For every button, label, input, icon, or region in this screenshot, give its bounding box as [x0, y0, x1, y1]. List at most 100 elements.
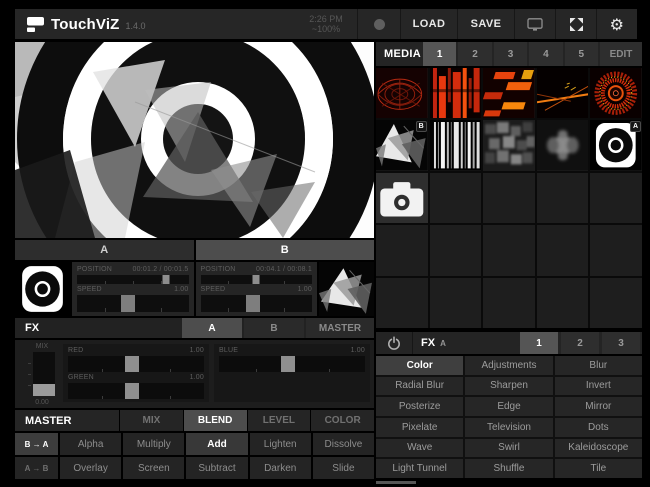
- tab-deck-a[interactable]: A: [15, 240, 194, 260]
- media-slot-empty[interactable]: [483, 173, 535, 223]
- effect-button-swirl[interactable]: Swirl: [465, 439, 552, 458]
- fx-panel-tab-2[interactable]: 2: [561, 332, 599, 354]
- media-tab-3[interactable]: 3: [494, 42, 527, 66]
- media-slot-empty[interactable]: [590, 225, 642, 275]
- fx-tab-master[interactable]: MASTER: [306, 318, 374, 338]
- routing-b-to-a[interactable]: B → A: [15, 433, 58, 455]
- blend-mode-overlay[interactable]: Overlay: [60, 457, 121, 479]
- green-handle[interactable]: [125, 383, 139, 399]
- effect-button-invert[interactable]: Invert: [555, 377, 642, 396]
- blend-mode-multiply[interactable]: Multiply: [123, 433, 184, 455]
- media-thumb-orange-diagonal-glitch[interactable]: [483, 68, 535, 118]
- effect-button-shuffle[interactable]: Shuffle: [465, 459, 552, 478]
- fx-power-button[interactable]: [376, 332, 413, 354]
- media-slot-empty[interactable]: [537, 278, 589, 328]
- mix-handle[interactable]: [33, 384, 55, 396]
- blend-mode-screen[interactable]: Screen: [123, 457, 184, 479]
- media-thumb-red-radial-burst[interactable]: [590, 68, 642, 118]
- blend-mode-slide[interactable]: Slide: [313, 457, 374, 479]
- media-slot-empty[interactable]: [590, 278, 642, 328]
- effect-button-adjustments[interactable]: Adjustments: [465, 356, 552, 375]
- media-slot-empty[interactable]: [376, 278, 428, 328]
- deck-b-position-slider[interactable]: [201, 275, 313, 284]
- output-preview[interactable]: [15, 42, 374, 238]
- red-handle[interactable]: [125, 356, 139, 372]
- speed-handle[interactable]: [121, 295, 135, 312]
- effect-button-sharpen[interactable]: Sharpen: [465, 377, 552, 396]
- media-slot-empty[interactable]: [537, 225, 589, 275]
- deck-b-thumbnail[interactable]: [319, 262, 374, 316]
- deck-a-position-slider[interactable]: [77, 275, 189, 284]
- blend-mode-dissolve[interactable]: Dissolve: [313, 433, 374, 455]
- media-tab-2[interactable]: 2: [458, 42, 491, 66]
- red-slider[interactable]: [68, 356, 204, 372]
- blue-slider[interactable]: [219, 356, 365, 372]
- media-thumb-gray-triangles[interactable]: B: [376, 120, 428, 170]
- effect-button-television[interactable]: Television: [465, 418, 552, 437]
- effect-button-posterize[interactable]: Posterize: [376, 397, 463, 416]
- green-slider[interactable]: [68, 383, 204, 399]
- media-thumb-orange-light-streaks[interactable]: [537, 68, 589, 118]
- media-tab-edit[interactable]: EDIT: [600, 42, 642, 66]
- effect-button-light-tunnel[interactable]: Light Tunnel: [376, 459, 463, 478]
- blend-mode-darken[interactable]: Darken: [250, 457, 311, 479]
- fx-tab-b[interactable]: B: [244, 318, 304, 338]
- blend-mode-alpha[interactable]: Alpha: [60, 433, 121, 455]
- media-thumb-red-wireframe-tunnel[interactable]: [376, 68, 428, 118]
- effect-button-pixelate[interactable]: Pixelate: [376, 418, 463, 437]
- blend-mode-lighten[interactable]: Lighten: [250, 433, 311, 455]
- master-tab-mix[interactable]: MIX: [120, 410, 183, 431]
- media-slot-empty[interactable]: [483, 278, 535, 328]
- effect-button-dots[interactable]: Dots: [555, 418, 642, 437]
- tab-deck-b[interactable]: B: [196, 240, 375, 260]
- effect-button-kaleidoscope[interactable]: Kaleidoscope: [555, 439, 642, 458]
- media-thumb-gray-noise-blocks[interactable]: [483, 120, 535, 170]
- media-thumb-gray-symmetric-blob[interactable]: [537, 120, 589, 170]
- media-slot-empty[interactable]: [430, 278, 482, 328]
- deck-b-speed-slider[interactable]: [201, 295, 313, 312]
- position-handle[interactable]: [253, 275, 260, 284]
- media-slot-empty[interactable]: [376, 225, 428, 275]
- speed-handle[interactable]: [246, 295, 260, 312]
- blend-mode-add[interactable]: Add: [186, 433, 247, 455]
- fx-tab-a[interactable]: A: [182, 318, 242, 338]
- media-slot-empty[interactable]: [483, 225, 535, 275]
- settings-button[interactable]: ⚙: [596, 9, 637, 39]
- media-slot-empty[interactable]: [430, 225, 482, 275]
- effect-button-tile[interactable]: Tile: [555, 459, 642, 478]
- media-thumb-red-glitch-bars[interactable]: [430, 68, 482, 118]
- external-display-button[interactable]: [514, 9, 555, 39]
- media-slot-empty[interactable]: [537, 173, 589, 223]
- media-slot-empty[interactable]: [590, 173, 642, 223]
- effect-button-blur[interactable]: Blur: [555, 356, 642, 375]
- blue-handle[interactable]: [281, 356, 295, 372]
- fx-panel-tab-1[interactable]: 1: [520, 332, 558, 354]
- position-handle[interactable]: [163, 275, 170, 284]
- record-button[interactable]: [357, 9, 400, 39]
- fullscreen-button[interactable]: [555, 9, 596, 39]
- deck-a-thumbnail[interactable]: [15, 262, 70, 316]
- media-thumb-bw-concentric-circles[interactable]: A: [590, 120, 642, 170]
- media-tab-4[interactable]: 4: [529, 42, 562, 66]
- blend-mode-subtract[interactable]: Subtract: [186, 457, 247, 479]
- load-button[interactable]: LOAD: [400, 9, 457, 39]
- save-button[interactable]: SAVE: [457, 9, 514, 39]
- routing-a-to-b[interactable]: A → B: [15, 457, 58, 479]
- master-tab-level[interactable]: LEVEL: [248, 410, 311, 431]
- master-tab-blend[interactable]: BLEND: [184, 410, 247, 431]
- media-tab-1[interactable]: 1: [423, 42, 456, 66]
- effect-button-edge[interactable]: Edge: [465, 397, 552, 416]
- effect-button-wave[interactable]: Wave: [376, 439, 463, 458]
- effect-button-mirror[interactable]: Mirror: [555, 397, 642, 416]
- effect-button-radial-blur[interactable]: Radial Blur: [376, 377, 463, 396]
- fx-panel-tab-3[interactable]: 3: [602, 332, 640, 354]
- media-tab-5[interactable]: 5: [565, 42, 598, 66]
- media-slot-camera[interactable]: [376, 173, 428, 223]
- media-slot-empty[interactable]: [430, 173, 482, 223]
- effects-scrollbar[interactable]: [376, 481, 416, 484]
- fx-mix-slider[interactable]: [33, 352, 55, 396]
- media-thumb-white-barcode-bars[interactable]: [430, 120, 482, 170]
- master-tab-color[interactable]: COLOR: [311, 410, 374, 431]
- effect-button-color[interactable]: Color: [376, 356, 463, 375]
- deck-a-speed-slider[interactable]: [77, 295, 189, 312]
